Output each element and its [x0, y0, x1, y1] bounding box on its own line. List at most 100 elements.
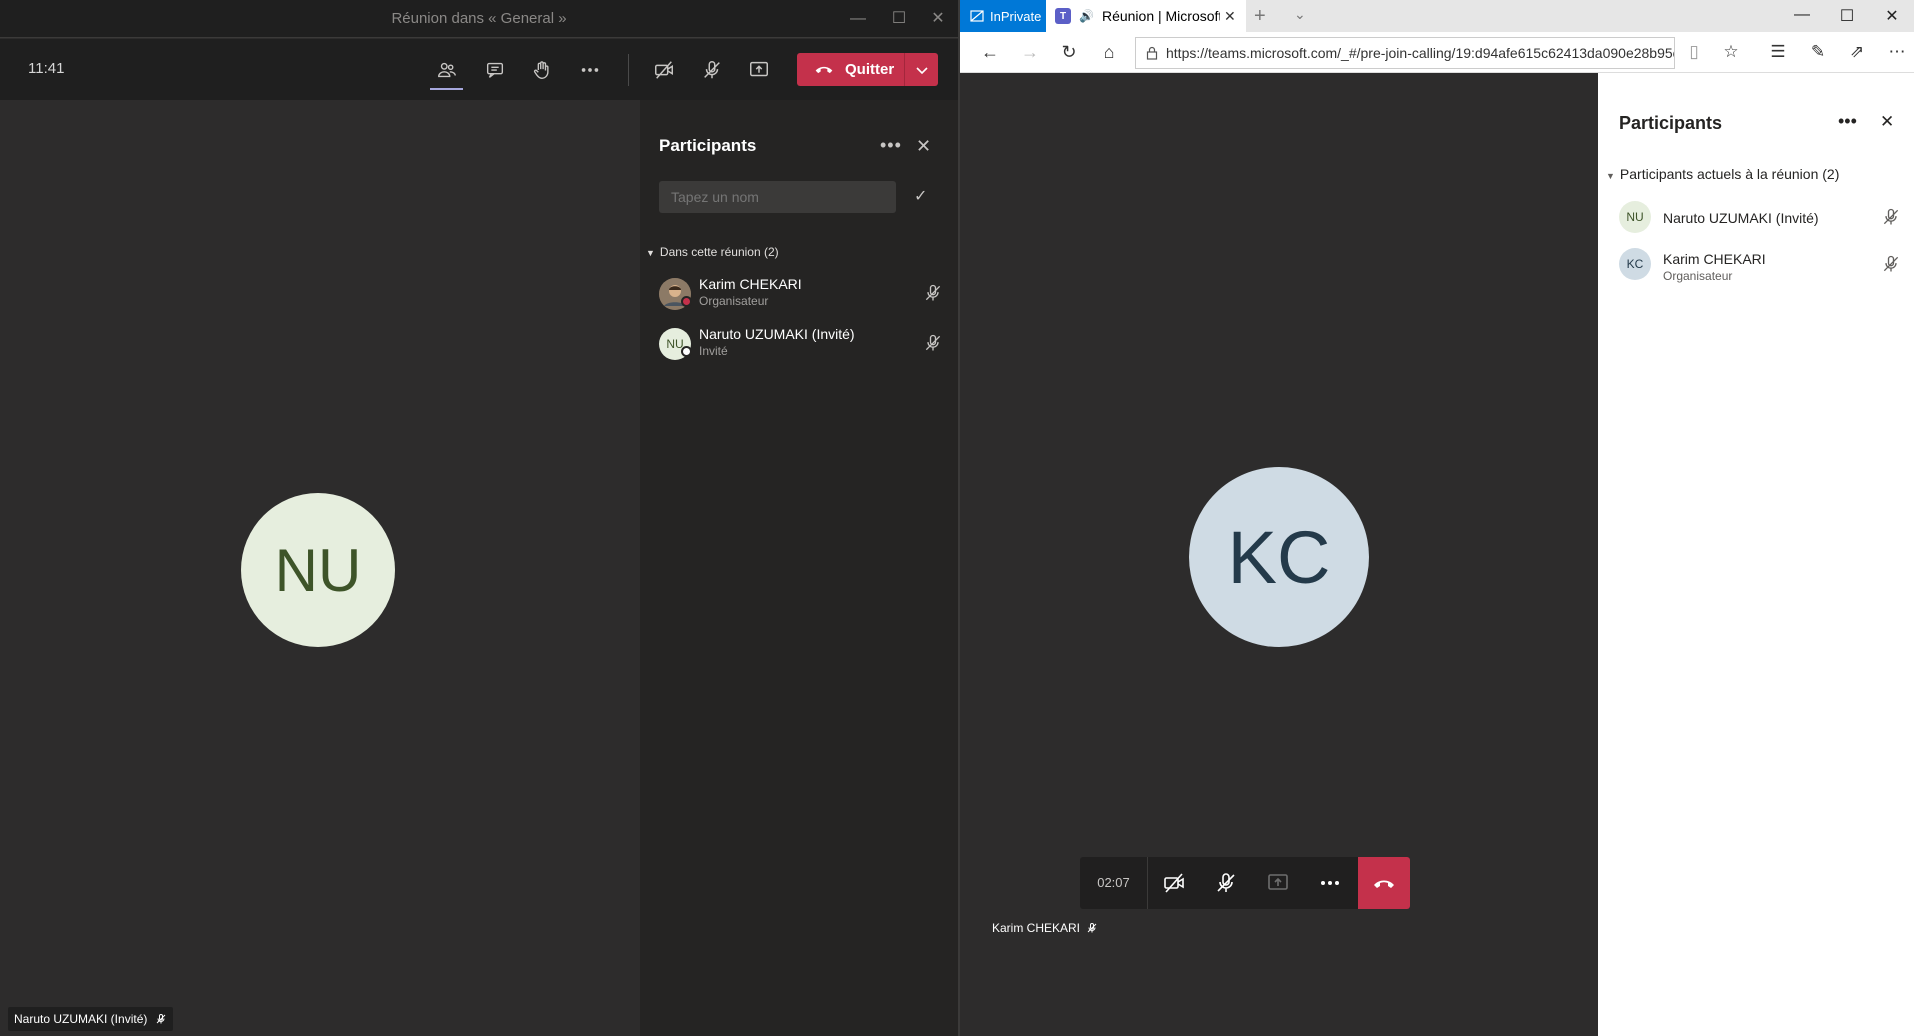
group-label: Participants actuels à la réunion (2): [1619, 166, 1840, 182]
tab-strip: InPrivate T 🔊 Réunion | Microsoft ✕ + ⌄ …: [960, 0, 1914, 32]
participant-role: Organisateur: [699, 294, 769, 308]
reading-view-icon[interactable]: ▯: [1683, 42, 1705, 62]
hang-up-button[interactable]: [1358, 857, 1410, 909]
teams-logo-icon: T: [1055, 8, 1071, 24]
chevron-down-icon[interactable]: ⌄: [1294, 6, 1306, 23]
toolbar-divider: [628, 54, 629, 86]
speaker-icon[interactable]: 🔊: [1079, 9, 1094, 23]
share-icon[interactable]: ⇗: [1846, 42, 1868, 62]
video-stage: KC 02:07 Karim CHEKARI: [960, 73, 1598, 1036]
hang-up-icon: [815, 66, 833, 74]
forward-icon[interactable]: →: [1020, 42, 1040, 62]
participants-icon[interactable]: [430, 53, 464, 87]
settings-more-icon[interactable]: ⋯: [1886, 42, 1908, 62]
maximize-icon[interactable]: ☐: [888, 8, 910, 30]
favorite-star-icon[interactable]: ☆: [1720, 42, 1742, 62]
leave-label: Quitter: [845, 61, 895, 78]
panel-title: Participants: [1619, 113, 1723, 133]
participant-group-header[interactable]: ▼ Participants actuels à la réunion (2): [1606, 166, 1839, 182]
more-options-icon[interactable]: •••: [1838, 111, 1857, 132]
close-icon[interactable]: ✕: [1880, 112, 1894, 132]
more-options-icon[interactable]: [573, 53, 607, 87]
inprivate-label: InPrivate: [990, 8, 1042, 24]
mic-off-icon[interactable]: [695, 53, 729, 87]
camera-off-icon[interactable]: [1148, 857, 1200, 909]
url-text: https://teams.microsoft.com/_#/pre-join-…: [1166, 45, 1675, 61]
mic-off-icon: [157, 1014, 166, 1024]
leave-options-chevron-icon[interactable]: [904, 53, 938, 86]
active-tab-indicator: [430, 88, 463, 90]
list-item[interactable]: KC Karim CHEKARI Organisateur: [1619, 244, 1909, 284]
tab-title: Réunion | Microsoft: [1101, 8, 1220, 24]
pen-icon[interactable]: ✎: [1807, 42, 1829, 62]
avatar: KC: [1619, 248, 1651, 280]
minimize-icon[interactable]: —: [1792, 6, 1812, 24]
minimize-icon[interactable]: —: [847, 8, 869, 30]
hang-up-icon: [1374, 880, 1394, 888]
call-controls: 02:07: [1080, 857, 1410, 909]
refresh-icon[interactable]: ↻: [1059, 42, 1079, 62]
share-screen-icon[interactable]: [1252, 857, 1304, 909]
confirm-check-icon[interactable]: ✓: [914, 186, 927, 206]
leave-button[interactable]: Quitter: [797, 53, 938, 86]
chevron-down-icon: ▼: [646, 248, 655, 258]
participants-panel: Participants ••• ✕ ✓ ▼ Dans cette réunion…: [640, 100, 958, 1036]
camera-off-icon[interactable]: [647, 53, 681, 87]
self-name-badge: Naruto UZUMAKI (Invité): [8, 1007, 174, 1031]
more-options-icon[interactable]: [1304, 857, 1356, 909]
meeting-toolbar: 11:41 Quitter: [0, 39, 958, 100]
self-name: Naruto UZUMAKI (Invité): [14, 1012, 148, 1026]
group-label: Dans cette réunion (2): [659, 245, 779, 259]
mic-off-icon[interactable]: [1881, 207, 1901, 227]
raise-hand-icon[interactable]: [525, 53, 559, 87]
speaker-name: Karim CHEKARI: [992, 921, 1081, 935]
mic-off-icon[interactable]: [1200, 857, 1252, 909]
screen: Réunion dans « General » — ☐ ✕ 11:41 Qui…: [0, 0, 1914, 1036]
close-icon[interactable]: ✕: [1882, 6, 1902, 26]
inprivate-icon: [970, 10, 984, 22]
participants-panel: Participants ••• ✕ ▼ Participants actuels…: [1598, 73, 1914, 1036]
participant-role: Invité: [699, 344, 728, 358]
participant-name: Naruto UZUMAKI (Invité): [1663, 210, 1819, 226]
maximize-icon[interactable]: ☐: [1837, 6, 1857, 26]
url-field[interactable]: https://teams.microsoft.com/_#/pre-join-…: [1135, 37, 1675, 69]
chevron-down-icon: ▼: [1606, 171, 1615, 181]
mic-off-icon[interactable]: [1881, 254, 1901, 274]
call-timer: 02:07: [1080, 857, 1148, 909]
new-tab-icon[interactable]: +: [1254, 5, 1266, 28]
presence-dot: [681, 346, 692, 357]
participant-group-header[interactable]: ▼ Dans cette réunion (2): [646, 245, 779, 259]
tab-teams-meeting[interactable]: T 🔊 Réunion | Microsoft ✕: [1046, 0, 1246, 32]
browser-window: InPrivate T 🔊 Réunion | Microsoft ✕ + ⌄ …: [960, 0, 1914, 1036]
participant-avatar: NU: [241, 493, 395, 647]
mic-off-icon[interactable]: [923, 333, 943, 353]
participant-avatar: KC: [1189, 467, 1369, 647]
title-bar: Réunion dans « General » — ☐ ✕: [0, 0, 958, 38]
mic-off-icon: [1087, 923, 1097, 933]
presence-dot: [681, 296, 692, 307]
teams-desktop-window: Réunion dans « General » — ☐ ✕ 11:41 Qui…: [0, 0, 958, 1036]
meeting-clock: 11:41: [28, 60, 65, 77]
inprivate-badge[interactable]: InPrivate: [960, 0, 1046, 32]
participant-role: Organisateur: [1663, 269, 1733, 283]
mic-off-icon[interactable]: [923, 283, 943, 303]
favorites-list-icon[interactable]: ☰: [1767, 42, 1789, 62]
more-options-icon[interactable]: •••: [880, 135, 902, 156]
lock-icon: [1146, 46, 1158, 60]
back-icon[interactable]: ←: [980, 42, 1000, 62]
close-icon[interactable]: ✕: [916, 136, 931, 157]
search-name-input[interactable]: [659, 181, 896, 213]
list-item[interactable]: NU Naruto UZUMAKI (Invité): [1619, 197, 1909, 237]
panel-title: Participants: [659, 136, 757, 155]
close-icon[interactable]: ✕: [927, 8, 949, 30]
address-bar: ← → ↻ ⌂ https://teams.microsoft.com/_#/p…: [960, 32, 1914, 73]
list-item[interactable]: Karim CHEKARI Organisateur: [659, 272, 949, 316]
list-item[interactable]: NU Naruto UZUMAKI (Invité) Invité: [659, 322, 949, 366]
home-icon[interactable]: ⌂: [1099, 42, 1119, 62]
chat-icon[interactable]: [478, 53, 512, 87]
close-tab-icon[interactable]: ✕: [1224, 8, 1236, 25]
participant-name: Karim CHEKARI: [1663, 251, 1766, 267]
share-screen-icon[interactable]: [742, 53, 776, 87]
participant-name: Karim CHEKARI: [699, 276, 802, 292]
avatar: NU: [1619, 201, 1651, 233]
